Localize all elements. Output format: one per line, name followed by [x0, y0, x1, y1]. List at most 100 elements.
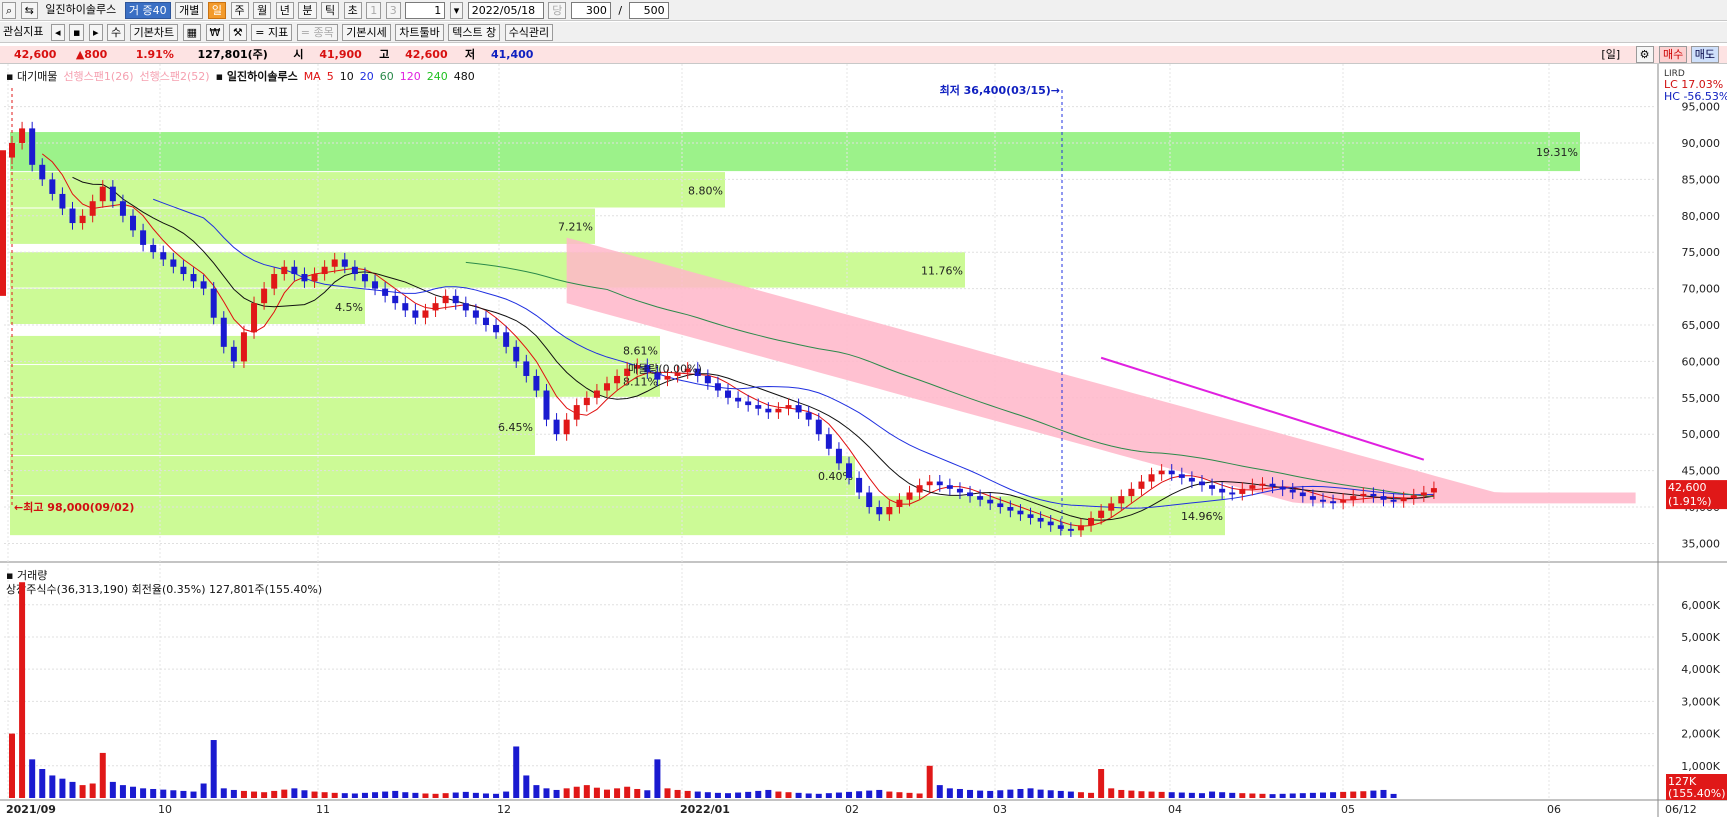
prev-button[interactable]: ◂ [50, 24, 65, 41]
legend-ma-label: MA [304, 70, 321, 83]
candle-body [99, 186, 106, 202]
candle-body [170, 259, 177, 267]
stock-badge[interactable]: 거 증40 [124, 2, 171, 19]
candle-body [240, 332, 247, 362]
price-change: ▲800 [75, 48, 108, 61]
candle-body [1319, 499, 1326, 502]
candle-body [69, 208, 76, 224]
volume-bar [482, 793, 489, 798]
candle-body [39, 164, 46, 180]
volume-bar [261, 792, 268, 798]
count-field[interactable]: 300 [570, 2, 611, 19]
settings-icon[interactable]: ⚙ [1635, 46, 1654, 63]
x-tick-label: 03 [993, 803, 1007, 816]
candle-body [493, 325, 500, 333]
candle-body [291, 266, 298, 275]
volume-bar [967, 789, 974, 798]
tool-icon[interactable]: ⚒ [228, 24, 247, 41]
price-tick-label: 35,000 [1682, 537, 1721, 550]
volume-bar [735, 792, 742, 798]
tab-minute[interactable]: 분 [298, 2, 317, 19]
volume-bar [886, 791, 893, 798]
candle-body [1390, 499, 1397, 502]
candle-body [432, 303, 439, 311]
high-annotation: ←최고 98,000(09/02) [14, 500, 134, 514]
volume-bar [926, 765, 933, 798]
candle-body [210, 288, 217, 318]
supply-band-pct: 4.5% [335, 301, 363, 314]
candle-body [119, 201, 126, 216]
volume-bar [1330, 792, 1337, 798]
price-tick-label: 70,000 [1682, 283, 1721, 296]
volume-bar [1067, 791, 1074, 798]
indicator-button[interactable]: = 지표 [251, 24, 293, 41]
individual-button[interactable]: 개별 [175, 2, 204, 19]
tab-tick[interactable]: 틱 [321, 2, 340, 19]
volume-detail: 상장주식수(36,313,190) 회전율(0.35%) 127,801주(15… [6, 583, 322, 596]
stop-button[interactable]: ▪ [69, 24, 85, 41]
stock-name-field[interactable]: 일진하이솔루스 [42, 2, 120, 19]
volume-bar [220, 788, 227, 798]
basic-quote-button[interactable]: 기본시세 [342, 24, 391, 41]
sell-button[interactable]: 매도 [1690, 46, 1719, 63]
tab-monthly[interactable]: 월 [253, 2, 272, 19]
tab-second[interactable]: 초 [343, 2, 362, 19]
candle-body [1229, 492, 1236, 495]
won-icon[interactable]: ₩ [205, 24, 225, 41]
volume-bar [936, 785, 943, 798]
next-button[interactable]: ▸ [88, 24, 103, 41]
candle-body [573, 405, 580, 420]
interval-1-button[interactable]: 1 [366, 2, 382, 19]
basic-chart-button[interactable]: 기본차트 [129, 24, 179, 41]
refresh-icon[interactable]: ⇆ [20, 2, 38, 19]
volume-bar [1037, 789, 1044, 798]
total-field[interactable]: 500 [628, 2, 669, 19]
tab-daily[interactable]: 일 [207, 2, 226, 19]
candle-body [311, 274, 318, 282]
volume-bar [1057, 790, 1064, 798]
candle-body [1007, 507, 1014, 511]
symbol-button[interactable]: = 종목 [296, 24, 338, 41]
candle-body [1410, 495, 1417, 499]
text-window-button[interactable]: 텍스트 창 [448, 24, 501, 41]
candle-body [1400, 498, 1407, 502]
modify-button[interactable]: 수 [107, 24, 126, 41]
candle-body [553, 419, 560, 435]
date-field[interactable]: 2022/05/18 ▾ [467, 2, 544, 32]
legend-stock-name: ▪ 일진하이솔루스 [216, 69, 298, 83]
tab-weekly[interactable]: 주 [230, 2, 249, 19]
volume-tick-label: 4,000K [1681, 663, 1720, 676]
price-chart[interactable]: 19.31%8.80%7.21%11.76%4.5%8.61%8.11%6.45… [0, 64, 1727, 817]
candle-body [1178, 474, 1185, 478]
candle-body [49, 179, 56, 194]
candle-body [1017, 510, 1024, 515]
candle-body [956, 488, 963, 493]
supply-band [10, 335, 660, 365]
grid-icon[interactable]: ▦ [182, 24, 202, 41]
volume-bar [805, 793, 812, 798]
chevron-down-icon[interactable]: ▾ [449, 2, 464, 19]
volume-bar [1340, 791, 1347, 798]
volume-bar [785, 792, 792, 798]
period-select[interactable]: 1 [405, 2, 446, 19]
chart-toolbar-button[interactable]: 차트툴바 [395, 24, 444, 41]
watch-indicator-button[interactable]: 관심지표 [0, 24, 46, 41]
period-value: 1 [434, 4, 442, 17]
formula-manage-button[interactable]: 수식관리 [504, 24, 554, 41]
search-icon[interactable]: ⌕ [2, 2, 17, 19]
candle-body [220, 317, 227, 347]
volume-bar [1158, 791, 1165, 798]
candle-body [341, 259, 348, 267]
volume-bar [291, 788, 298, 798]
tab-yearly[interactable]: 년 [275, 2, 294, 19]
volume-bar [1269, 794, 1276, 798]
supply-band-pct: 19.31% [1536, 146, 1578, 159]
supply-band [10, 172, 725, 208]
volume-tick-label: 1,000K [1681, 760, 1720, 773]
supply-band [10, 496, 1225, 536]
buy-button[interactable]: 매수 [1659, 46, 1688, 63]
candle-body [321, 266, 328, 275]
interval-3-button[interactable]: 3 [385, 2, 401, 19]
volume-bar [694, 791, 701, 798]
candle-body [412, 310, 419, 318]
